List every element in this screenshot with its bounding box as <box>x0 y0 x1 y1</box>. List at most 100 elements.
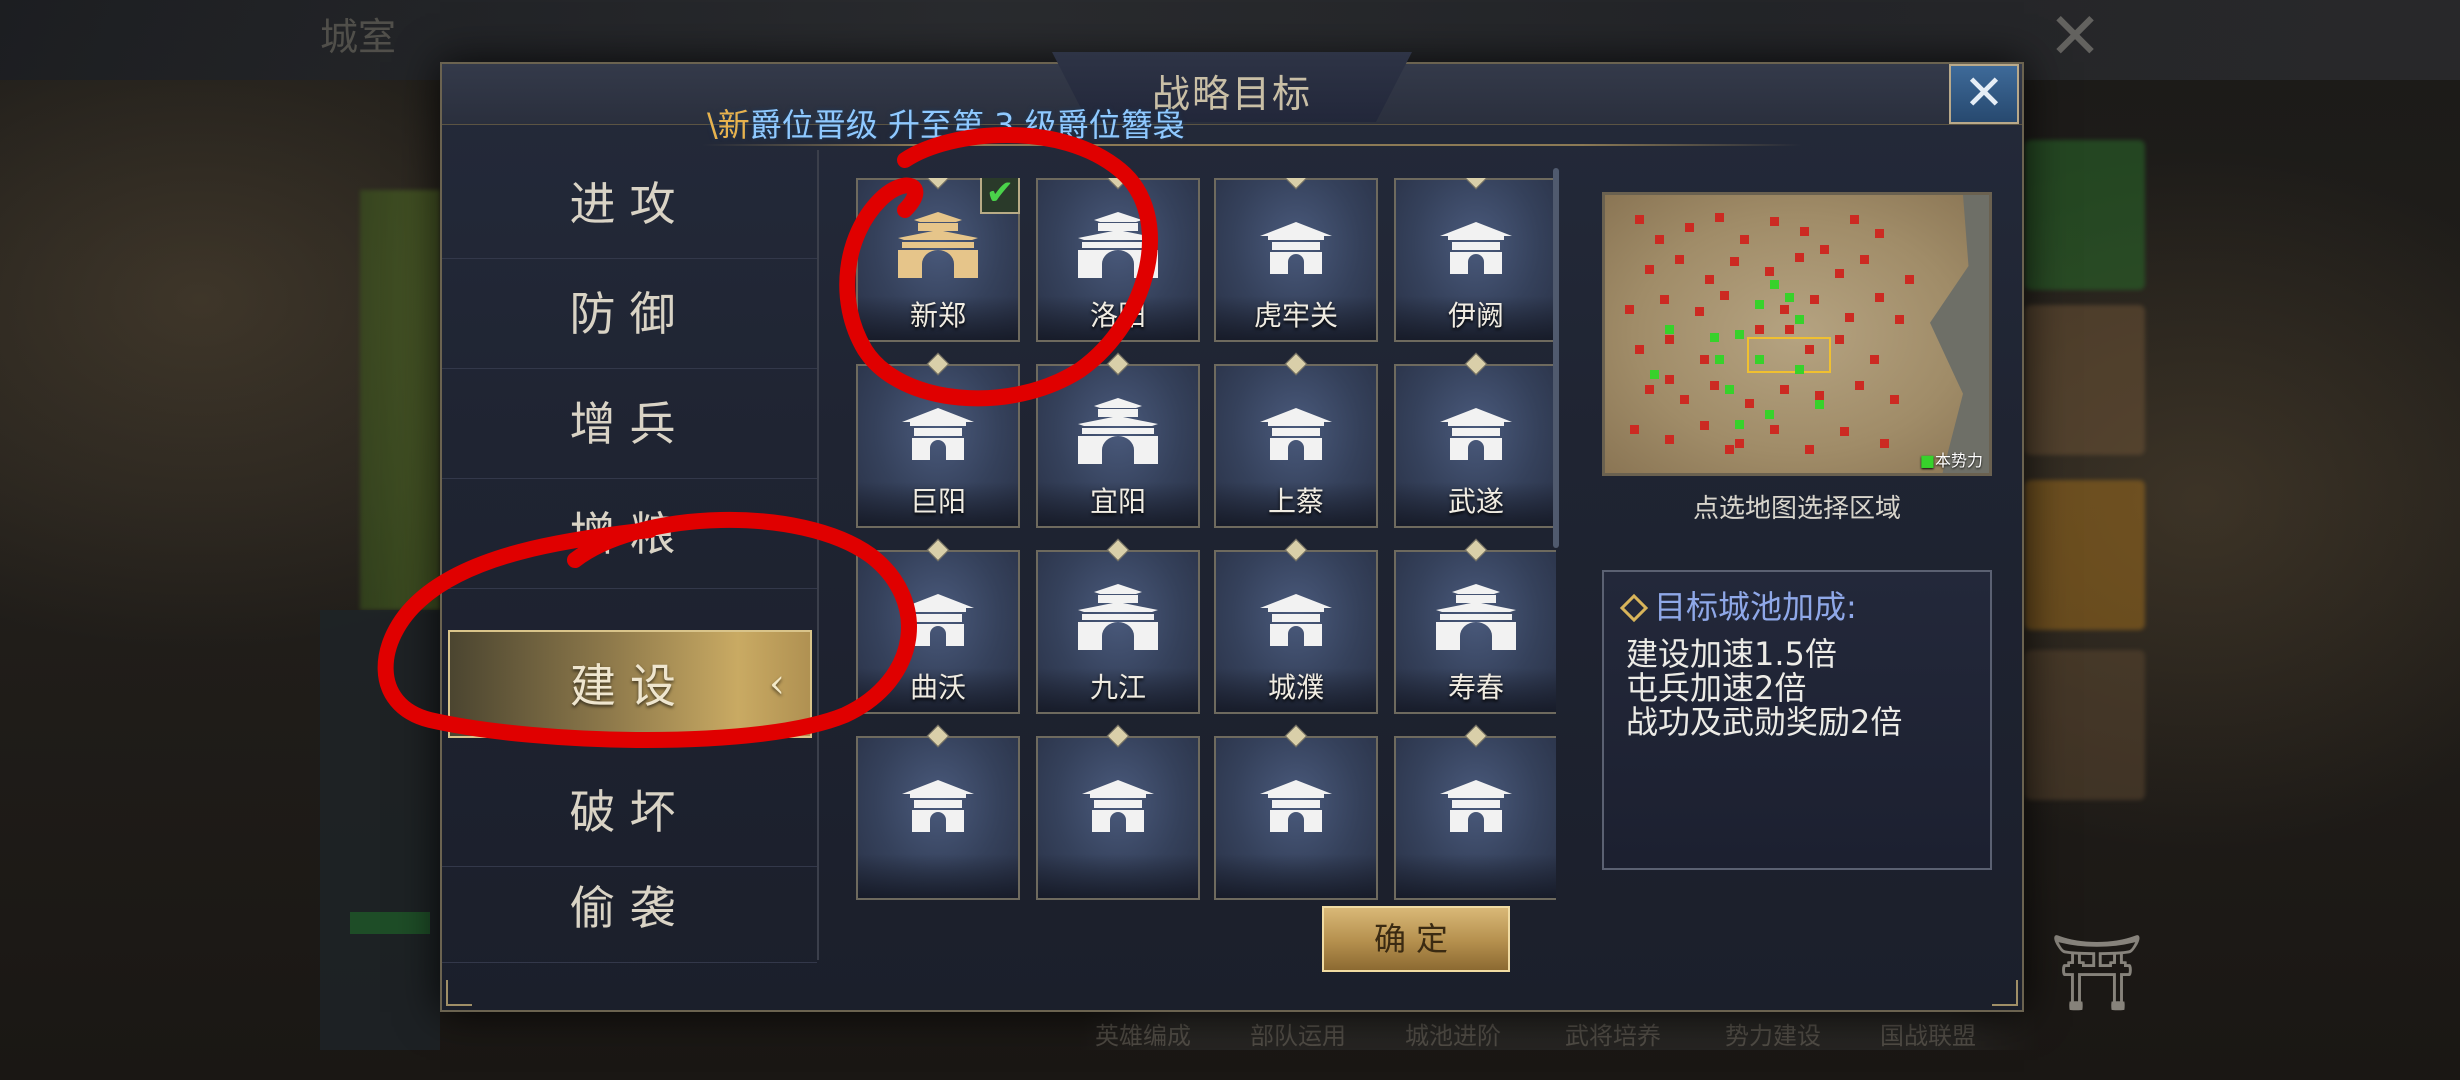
city-gate-icon <box>1396 212 1556 282</box>
strategy-target-dialog: 战略目标 ✕ \新爵位晋级 升至第 3 级爵位簪袅 进攻 防御 增兵 增粮 建设… <box>440 52 2024 1012</box>
city-name: 寿春 <box>1447 671 1504 704</box>
map-red-marker <box>1675 255 1684 264</box>
city-card[interactable]: 上蔡 <box>1214 352 1378 528</box>
map-red-marker <box>1785 325 1794 334</box>
city-name: 虎牢关 <box>1253 299 1338 332</box>
map-green-marker <box>1815 400 1824 409</box>
target-type-tabs: 进攻 防御 增兵 增粮 建设 ‹ 破坏 偷袭 <box>442 150 819 963</box>
tab-food[interactable]: 增粮 <box>442 480 817 589</box>
city-card[interactable]: 城濮 <box>1214 538 1378 714</box>
city-name: 洛阳 <box>1089 299 1146 332</box>
tab-sabotage[interactable]: 破坏 <box>442 758 817 867</box>
city-name: 武遂 <box>1447 485 1504 518</box>
city-name-backdrop <box>1396 854 1556 898</box>
city-card[interactable]: 新郑 ✔ <box>856 178 1020 342</box>
tab-attack[interactable]: 进攻 <box>442 150 817 259</box>
map-red-marker <box>1625 305 1634 314</box>
map-red-marker <box>1655 235 1664 244</box>
map-red-marker <box>1685 223 1694 232</box>
city-name: 上蔡 <box>1267 485 1324 518</box>
city-card[interactable]: 洛阳 <box>1036 178 1200 342</box>
city-gate-icon <box>1038 212 1198 282</box>
region-minimap[interactable]: ■本势力 <box>1602 192 1992 476</box>
background-map-strip <box>360 190 440 610</box>
map-green-marker <box>1795 365 1804 374</box>
map-red-marker <box>1665 435 1674 444</box>
map-hint: 点选地图选择区域 <box>1692 494 1901 524</box>
map-red-marker <box>1845 313 1854 322</box>
close-icon: ✕ <box>1963 65 2005 121</box>
map-sea <box>1930 195 1989 473</box>
city-card[interactable]: 巨阳 <box>856 352 1020 528</box>
diamond-icon <box>1619 593 1649 623</box>
background-bottom-tab: 国战联盟 <box>1880 1022 1976 1050</box>
gem-ornament <box>1464 724 1488 748</box>
map-green-marker <box>1650 370 1659 379</box>
announcement-marquee: \新爵位晋级 升至第 3 级爵位簪袅 <box>707 100 1267 142</box>
map-red-marker <box>1835 269 1844 278</box>
tab-reinforce[interactable]: 增兵 <box>442 370 817 479</box>
map-red-marker <box>1820 245 1829 254</box>
city-card[interactable] <box>1394 724 1556 900</box>
map-green-marker <box>1755 300 1764 309</box>
background-bottom-tab: 势力建设 <box>1725 1022 1821 1050</box>
map-red-marker <box>1715 213 1724 222</box>
map-red-marker <box>1805 345 1814 354</box>
city-card[interactable]: 九江 <box>1036 538 1200 714</box>
map-red-marker <box>1645 265 1654 274</box>
target-bonus-panel: 目标城池加成: 建设加速1.5倍 屯兵加速2倍 战功及武勋奖励2倍 <box>1602 570 1992 870</box>
marquee-divider <box>702 144 1802 146</box>
map-red-marker <box>1850 215 1859 224</box>
gem-ornament <box>1284 538 1308 562</box>
map-green-marker <box>1770 280 1779 289</box>
city-gate-icon <box>858 398 1018 468</box>
city-card[interactable]: 宜阳 <box>1036 352 1200 528</box>
map-red-marker <box>1765 267 1774 276</box>
city-card[interactable]: 虎牢关 <box>1214 178 1378 342</box>
city-grid: 新郑 ✔ 洛阳 虎牢关 伊阙巨阳 宜阳 上蔡 武遂曲沃 九江 城濮 寿春 <box>856 178 1556 946</box>
background-gate-icon: ⛩ <box>2050 930 2144 1016</box>
close-button[interactable]: ✕ <box>1949 64 2019 124</box>
map-green-marker <box>1710 333 1719 342</box>
background-thumb <box>2025 480 2145 630</box>
map-red-marker <box>1895 315 1904 324</box>
city-card[interactable]: 武遂 <box>1394 352 1556 528</box>
background-bottom-tab: 英雄编成 <box>1095 1022 1191 1050</box>
map-legend: ■本势力 <box>1920 447 1983 471</box>
gem-ornament <box>926 178 950 190</box>
map-red-marker <box>1630 425 1639 434</box>
city-grid-scrollbar[interactable] <box>1553 168 1559 548</box>
map-red-marker <box>1780 305 1789 314</box>
city-name-backdrop <box>858 854 1018 898</box>
map-red-marker <box>1780 385 1789 394</box>
map-red-marker <box>1800 227 1809 236</box>
gem-ornament <box>1464 352 1488 376</box>
city-name: 巨阳 <box>909 485 966 518</box>
map-red-marker <box>1635 345 1644 354</box>
bonus-line: 屯兵加速2倍 <box>1626 669 1807 707</box>
confirm-button[interactable]: 确定 <box>1322 906 1510 972</box>
gem-ornament <box>1284 352 1308 376</box>
city-card[interactable]: 伊阙 <box>1394 178 1556 342</box>
city-card[interactable] <box>1214 724 1378 900</box>
map-red-marker <box>1810 295 1819 304</box>
city-card[interactable] <box>856 724 1020 900</box>
tab-construction[interactable]: 建设 ‹ <box>448 630 812 738</box>
map-green-marker <box>1765 410 1774 419</box>
city-gate-icon <box>1396 770 1556 840</box>
map-red-marker <box>1645 385 1654 394</box>
city-name: 新郑 <box>909 299 966 332</box>
gem-ornament <box>1106 178 1130 190</box>
city-card[interactable]: 曲沃 <box>856 538 1020 714</box>
marquee-lead: \新 <box>707 106 750 142</box>
tab-defense[interactable]: 防御 <box>442 260 817 369</box>
city-card[interactable]: 寿春 <box>1394 538 1556 714</box>
city-gate-icon <box>1038 770 1198 840</box>
background-thumb <box>2025 305 2145 455</box>
map-red-marker <box>1720 291 1729 300</box>
bonus-title: 目标城池加成: <box>1619 582 1857 628</box>
background-bottom-tab: 武将培养 <box>1565 1022 1661 1050</box>
city-card[interactable] <box>1036 724 1200 900</box>
map-red-marker <box>1725 445 1734 454</box>
tab-raid[interactable]: 偷袭 <box>442 854 817 963</box>
